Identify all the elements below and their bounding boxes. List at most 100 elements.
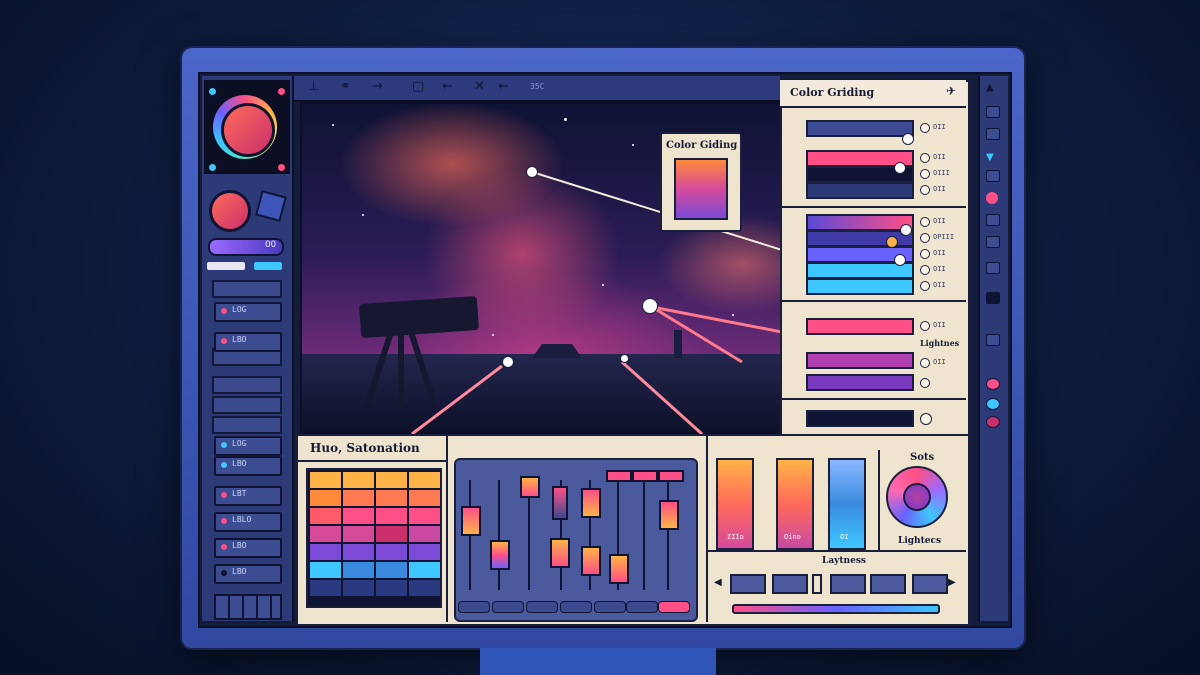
pink-dot-icon[interactable]: [986, 378, 1000, 390]
mixer-button[interactable]: [626, 601, 658, 613]
lightness-slider[interactable]: [732, 604, 940, 614]
gradient-slider[interactable]: OO: [208, 238, 284, 256]
fader-knob[interactable]: [461, 506, 481, 536]
left-button[interactable]: LOG: [214, 436, 282, 456]
thumbnail-grid[interactable]: [214, 594, 282, 620]
bar-knob[interactable]: [902, 133, 914, 145]
mixer-button[interactable]: [560, 601, 592, 613]
fader-knob[interactable]: [659, 500, 679, 530]
pink-dot-icon[interactable]: [986, 192, 998, 204]
radio-button[interactable]: [920, 358, 930, 368]
mixer-tab[interactable]: [658, 470, 684, 482]
link-icon[interactable]: ⚭: [340, 80, 351, 94]
grid-cell[interactable]: [343, 526, 374, 542]
color-bar[interactable]: [806, 120, 914, 137]
bar-knob[interactable]: [894, 254, 906, 266]
lightness-box[interactable]: [772, 574, 808, 594]
grid-cell[interactable]: [310, 508, 341, 524]
radio-button[interactable]: [920, 413, 932, 425]
tool-row[interactable]: [212, 396, 282, 414]
mixer-button[interactable]: [458, 601, 490, 613]
pin-icon[interactable]: ✈: [946, 84, 956, 98]
close-icon[interactable]: ✕: [474, 80, 485, 94]
tool-icon[interactable]: [986, 170, 1000, 182]
fader-knob[interactable]: [550, 538, 570, 568]
radio-button[interactable]: [920, 249, 930, 259]
frame-icon[interactable]: ▢: [412, 80, 424, 94]
lightness-marker[interactable]: [812, 574, 822, 594]
color-bar[interactable]: [806, 214, 914, 231]
magenta-dot-icon[interactable]: [986, 416, 1000, 428]
grid-cell[interactable]: [310, 472, 341, 488]
left-button[interactable]: LBO: [214, 332, 282, 352]
left-button[interactable]: LBO: [214, 564, 282, 584]
lightness-box[interactable]: [870, 574, 906, 594]
mixer-button[interactable]: [526, 601, 558, 613]
grid-cell[interactable]: [409, 580, 440, 596]
radio-button[interactable]: [920, 169, 930, 179]
radio-button[interactable]: [920, 281, 930, 291]
bar-knob[interactable]: [886, 236, 898, 248]
fader-knob[interactable]: [490, 540, 510, 570]
radio-button[interactable]: [920, 217, 930, 227]
tool-icon[interactable]: [986, 262, 1000, 274]
control-point[interactable]: [642, 298, 658, 314]
triangle-icon[interactable]: ▼: [986, 152, 998, 163]
fader-knob[interactable]: [552, 486, 568, 520]
grid-cell[interactable]: [409, 472, 440, 488]
arrow-right-icon[interactable]: ▶: [948, 577, 956, 588]
grid-cell[interactable]: [409, 526, 440, 542]
color-bar[interactable]: [806, 278, 914, 295]
grid-cell[interactable]: [376, 490, 407, 506]
current-color-swatch[interactable]: [221, 103, 275, 157]
arrow-left-icon[interactable]: ◀: [714, 577, 722, 588]
grid-cell[interactable]: [310, 490, 341, 506]
radio-button[interactable]: [920, 123, 930, 133]
left-button[interactable]: LBLO: [214, 512, 282, 532]
left-button[interactable]: LBO: [214, 456, 282, 476]
tool-row[interactable]: [212, 376, 282, 394]
control-point[interactable]: [526, 166, 538, 178]
grid-cell[interactable]: [376, 562, 407, 578]
fader-knob[interactable]: [581, 488, 601, 518]
mixer-button[interactable]: [658, 601, 690, 613]
tool-icon[interactable]: [986, 106, 1000, 118]
color-popup[interactable]: Color Giding: [660, 132, 742, 232]
grid-cell[interactable]: [343, 490, 374, 506]
tool-row[interactable]: [212, 416, 282, 434]
bar-knob[interactable]: [894, 162, 906, 174]
grid-cell[interactable]: [376, 526, 407, 542]
grid-cell[interactable]: [310, 580, 341, 596]
tool-row[interactable]: [212, 280, 282, 298]
grid-cell[interactable]: [343, 472, 374, 488]
radio-button[interactable]: [920, 185, 930, 195]
grid-cell[interactable]: [409, 490, 440, 506]
mixer-tab[interactable]: [632, 470, 658, 482]
white-strip[interactable]: [207, 262, 245, 270]
grid-cell[interactable]: [343, 544, 374, 560]
tool-icon[interactable]: [986, 128, 1000, 140]
left-button[interactable]: LBT: [214, 486, 282, 506]
grid-cell[interactable]: [409, 544, 440, 560]
bar-knob[interactable]: [900, 224, 912, 236]
color-bar[interactable]: [806, 318, 914, 335]
grid-cell[interactable]: [343, 580, 374, 596]
tool-icon[interactable]: [986, 292, 1000, 304]
grid-cell[interactable]: [343, 508, 374, 524]
arrow-up-icon[interactable]: ▲: [986, 82, 998, 93]
color-bar[interactable]: [806, 352, 914, 369]
left-button[interactable]: LOG: [214, 302, 282, 322]
tool-icon[interactable]: [986, 334, 1000, 346]
color-bar[interactable]: [806, 230, 914, 247]
lightness-box[interactable]: [730, 574, 766, 594]
grid-cell[interactable]: [409, 508, 440, 524]
arrow-left-icon[interactable]: ←: [442, 80, 453, 94]
grid-cell[interactable]: [409, 562, 440, 578]
color-bar[interactable]: [806, 410, 914, 427]
crop-icon[interactable]: ⊥: [308, 80, 319, 94]
radio-button[interactable]: [920, 321, 930, 331]
fader-knob[interactable]: [520, 476, 540, 498]
mixer-button[interactable]: [492, 601, 524, 613]
radio-button[interactable]: [920, 265, 930, 275]
grid-cell[interactable]: [376, 544, 407, 560]
